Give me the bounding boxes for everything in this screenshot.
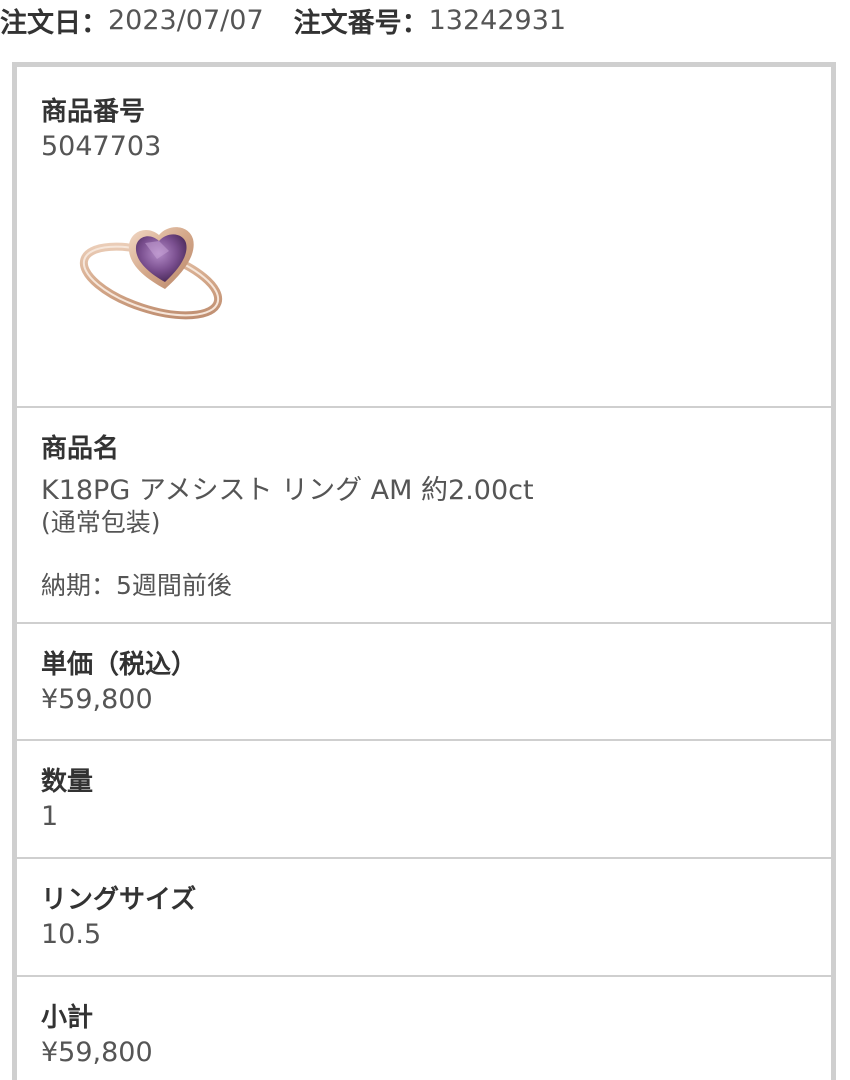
order-date-label: 注文日： <box>0 7 108 39</box>
subtotal-value: ¥59,800 <box>41 1037 153 1068</box>
quantity-value: 1 <box>41 801 59 832</box>
ring-size-section: リングサイズ 10.5 <box>17 859 831 977</box>
order-date-value: 2023/07/07 <box>108 4 264 36</box>
delivery-value: 納期：5週間前後 <box>41 571 232 600</box>
unit-price-label: 単価（税込） <box>41 650 198 680</box>
product-code-label: 商品番号 <box>41 97 146 127</box>
ring-size-value: 10.5 <box>41 919 102 950</box>
ring-size-label: リングサイズ <box>41 885 197 915</box>
product-name-section: 商品名 K18PG アメシスト リング AM 約2.00ct (通常包装) 納期… <box>17 408 831 624</box>
product-name-label: 商品名 <box>41 434 120 464</box>
product-code-value: 5047703 <box>41 131 162 162</box>
product-code-section: 商品番号 5047703 <box>17 67 831 408</box>
order-number-value: 13242931 <box>428 4 567 36</box>
order-header: 注文日： 2023/07/07 注文番号： 13242931 <box>0 0 596 40</box>
unit-price-value: ¥59,800 <box>41 684 153 715</box>
subtotal-section: 小計 ¥59,800 <box>17 977 831 1080</box>
product-name-value: K18PG アメシスト リング AM 約2.00ct <box>41 475 534 506</box>
order-number-label: 注文番号： <box>293 7 429 39</box>
quantity-section: 数量 1 <box>17 741 831 859</box>
unit-price-section: 単価（税込） ¥59,800 <box>17 624 831 741</box>
subtotal-label: 小計 <box>41 1003 94 1033</box>
order-item-card: 商品番号 5047703 商品名 K18PG アメシスト リング AM 約2.0… <box>12 62 836 1080</box>
quantity-label: 数量 <box>41 767 94 797</box>
packaging-value: (通常包装) <box>41 508 161 537</box>
product-image[interactable] <box>73 207 233 327</box>
